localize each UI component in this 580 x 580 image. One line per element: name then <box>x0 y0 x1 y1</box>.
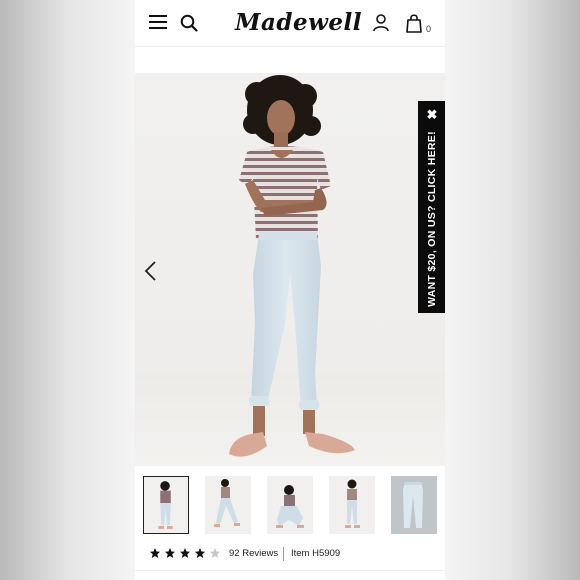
shopping-bag-icon[interactable] <box>406 13 422 33</box>
product-hero-image[interactable] <box>135 74 445 466</box>
promo-side-tab[interactable]: ✖ WANT $20, ON US? CLICK HERE! <box>418 101 445 313</box>
thumbnail-image <box>403 482 423 528</box>
phone-screen: Madewell 0 ✖ WANT $20, ON US? CLICK HERE… <box>135 0 445 580</box>
thumbnail-image <box>345 479 360 528</box>
thumbnail-image <box>276 485 304 528</box>
search-icon[interactable] <box>180 14 198 32</box>
promo-close-icon[interactable]: ✖ <box>426 108 438 121</box>
reviews-link[interactable]: 92 Reviews <box>229 548 278 559</box>
section-divider <box>135 570 445 571</box>
previous-image-arrow-icon[interactable] <box>143 260 159 282</box>
item-number: Item H5909 <box>291 548 341 559</box>
bag-count: 0 <box>426 24 432 34</box>
thumbnail-hands-in-pockets[interactable] <box>329 476 375 534</box>
announcement-bar <box>135 47 445 74</box>
star-filled-icon <box>195 548 205 558</box>
thumbnail-image <box>158 481 173 529</box>
star-filled-icon <box>165 548 175 558</box>
brand-logo[interactable]: Madewell <box>235 8 362 38</box>
meta-divider <box>283 547 284 561</box>
hamburger-menu-icon[interactable] <box>149 14 167 30</box>
thumbnail-image <box>214 479 240 527</box>
thumbnail-side-step[interactable] <box>205 476 251 534</box>
star-filled-icon <box>150 548 160 558</box>
product-meta: 92 Reviews Item H5909 <box>135 542 445 580</box>
site-header: Madewell 0 <box>135 0 445 47</box>
thumbnail-flat-lay-jeans[interactable] <box>391 476 437 534</box>
account-icon[interactable] <box>373 14 389 32</box>
promo-text[interactable]: WANT $20, ON US? CLICK HERE! <box>426 129 438 309</box>
thumbnail-front-standing[interactable] <box>143 476 189 534</box>
star-filled-icon <box>180 548 190 558</box>
model-figure <box>229 75 355 457</box>
thumbnail-crouching[interactable] <box>267 476 313 534</box>
star-empty-icon <box>210 548 220 558</box>
thumbnail-strip <box>135 466 445 542</box>
